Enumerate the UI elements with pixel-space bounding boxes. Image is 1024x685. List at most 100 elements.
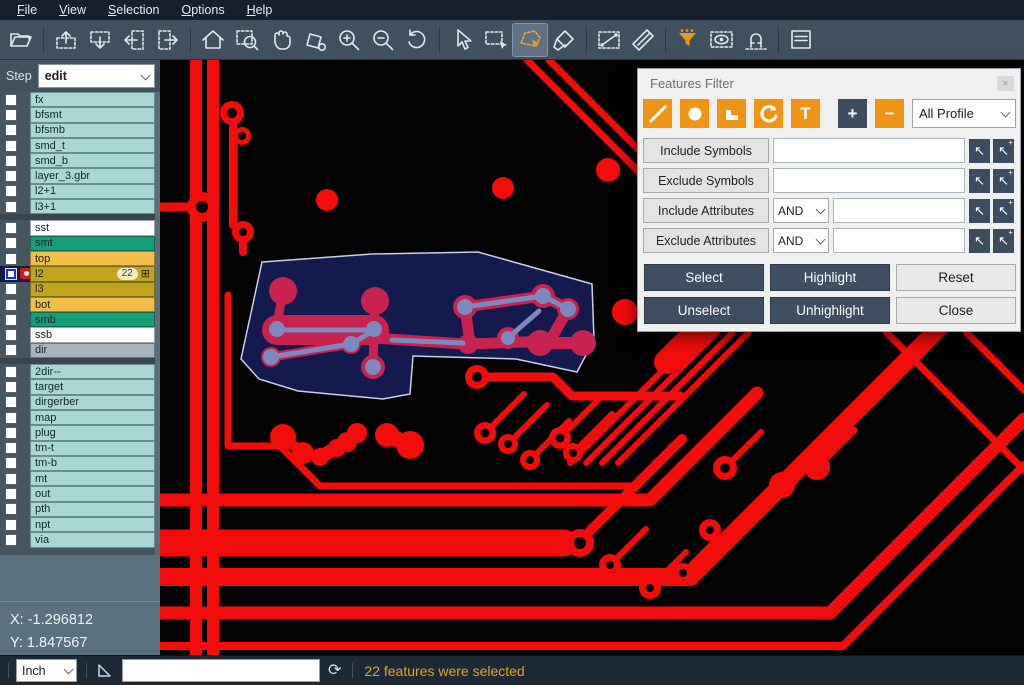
layer-label[interactable]: bfsmt bbox=[30, 107, 155, 122]
layer-row-l2-active[interactable]: l222⊞ bbox=[0, 266, 155, 281]
filter-positive-button[interactable]: + bbox=[838, 99, 867, 128]
layer-checkbox[interactable] bbox=[0, 327, 30, 342]
layer-row-smd_t[interactable]: smd_t bbox=[0, 138, 155, 153]
menu-options[interactable]: Options bbox=[170, 0, 235, 20]
layer-row-smt[interactable]: smt bbox=[0, 236, 155, 251]
layer-checkbox[interactable] bbox=[0, 456, 30, 471]
pan-up-button[interactable] bbox=[49, 24, 83, 56]
pan-hand-button[interactable] bbox=[264, 24, 298, 56]
brush-select-button[interactable] bbox=[547, 24, 581, 56]
unit-select[interactable]: Inch bbox=[16, 659, 77, 682]
zoom-in-button[interactable] bbox=[332, 24, 366, 56]
pick-add-attributes-button[interactable]: ↖+ bbox=[993, 229, 1014, 253]
dialog-close-button[interactable]: × bbox=[997, 76, 1014, 91]
layer-row-sst[interactable]: sst bbox=[0, 220, 155, 235]
zoom-window-button[interactable] bbox=[230, 24, 264, 56]
include-symbols-input[interactable] bbox=[773, 138, 965, 163]
exclude-symbols-input[interactable] bbox=[773, 168, 965, 193]
layer-checkbox[interactable] bbox=[0, 343, 30, 358]
layer-label[interactable]: 2dir-- bbox=[30, 364, 155, 379]
layer-row-l3p1[interactable]: l3+1 bbox=[0, 199, 155, 214]
features-filter-button[interactable] bbox=[671, 24, 705, 56]
layers-panel-button[interactable] bbox=[784, 24, 818, 56]
layer-label[interactable]: out bbox=[30, 486, 155, 501]
layer-label[interactable]: dirgerber bbox=[30, 395, 155, 410]
layer-checkbox[interactable] bbox=[0, 236, 30, 251]
layer-label[interactable]: fx bbox=[30, 92, 155, 107]
layer-label[interactable]: dir bbox=[30, 343, 155, 358]
layer-checkbox[interactable] bbox=[0, 153, 30, 168]
layer-checkbox[interactable] bbox=[0, 379, 30, 394]
filter-arc-button[interactable] bbox=[754, 99, 783, 128]
layer-checkbox[interactable] bbox=[0, 364, 30, 379]
layer-row-map[interactable]: map bbox=[0, 410, 155, 425]
layer-checkbox[interactable] bbox=[0, 138, 30, 153]
layer-label[interactable]: l2+1 bbox=[30, 184, 155, 199]
pick-symbols-button[interactable]: ↖ bbox=[969, 139, 990, 163]
layer-label[interactable]: top bbox=[30, 251, 155, 266]
pick-add-symbols-button[interactable]: ↖+ bbox=[993, 139, 1014, 163]
layer-checkbox[interactable] bbox=[0, 532, 30, 547]
layer-label[interactable]: smt bbox=[30, 236, 155, 251]
zoom-out-button[interactable] bbox=[366, 24, 400, 56]
layer-label[interactable]: smd_b bbox=[30, 153, 155, 168]
ruler-button[interactable] bbox=[626, 24, 660, 56]
measure-line-button[interactable] bbox=[592, 24, 626, 56]
menu-file[interactable]: File bbox=[6, 0, 48, 20]
layer-label[interactable]: tm-b bbox=[30, 456, 155, 471]
layer-checkbox[interactable] bbox=[0, 425, 30, 440]
layer-label[interactable]: smd_t bbox=[30, 138, 155, 153]
layer-checkbox-checked[interactable] bbox=[0, 266, 30, 281]
layer-label[interactable]: bot bbox=[30, 297, 155, 312]
layer-row-smd_b[interactable]: smd_b bbox=[0, 153, 155, 168]
polygon-select-button[interactable] bbox=[513, 24, 547, 56]
layer-row-smb[interactable]: smb bbox=[0, 312, 155, 327]
layer-checkbox[interactable] bbox=[0, 441, 30, 456]
refresh-icon[interactable]: ⟳ bbox=[328, 663, 341, 679]
layer-row-plug[interactable]: plug bbox=[0, 425, 155, 440]
layer-checkbox[interactable] bbox=[0, 486, 30, 501]
layer-label[interactable]: l222⊞ bbox=[30, 266, 155, 281]
layer-row-top[interactable]: top bbox=[0, 251, 155, 266]
layer-label[interactable]: l3+1 bbox=[30, 199, 155, 214]
layer-checkbox[interactable] bbox=[0, 184, 30, 199]
pan-right-button[interactable] bbox=[151, 24, 185, 56]
include-attributes-input[interactable] bbox=[833, 198, 965, 223]
unselect-button[interactable]: Unselect bbox=[644, 297, 764, 324]
select-button[interactable]: Select bbox=[644, 264, 764, 291]
pick-attributes-button[interactable]: ↖ bbox=[969, 199, 990, 223]
snap-button[interactable] bbox=[739, 24, 773, 56]
layer-row-2dir[interactable]: 2dir-- bbox=[0, 364, 155, 379]
view-options-button[interactable] bbox=[705, 24, 739, 56]
unhighlight-button[interactable]: Unhighlight bbox=[770, 297, 890, 324]
layer-label[interactable]: target bbox=[30, 379, 155, 394]
home-view-button[interactable] bbox=[196, 24, 230, 56]
layer-row-mt[interactable]: mt bbox=[0, 471, 155, 486]
layer-label[interactable]: layer_3.gbr bbox=[30, 168, 155, 183]
layer-checkbox[interactable] bbox=[0, 395, 30, 410]
layer-checkbox[interactable] bbox=[0, 282, 30, 297]
layer-row-ssb[interactable]: ssb bbox=[0, 327, 155, 342]
layer-row-layer_3gbr[interactable]: layer_3.gbr bbox=[0, 168, 155, 183]
pick-symbols-button[interactable]: ↖ bbox=[969, 169, 990, 193]
exclude-attributes-operator-select[interactable]: AND bbox=[773, 228, 829, 253]
layer-checkbox[interactable] bbox=[0, 123, 30, 138]
layer-label[interactable]: map bbox=[30, 410, 155, 425]
filter-text-button[interactable]: T bbox=[791, 99, 820, 128]
include-attributes-button[interactable]: Include Attributes bbox=[643, 198, 769, 223]
layer-row-tm-b[interactable]: tm-b bbox=[0, 456, 155, 471]
layer-row-pth[interactable]: pth bbox=[0, 502, 155, 517]
layer-label[interactable]: npt bbox=[30, 517, 155, 532]
pan-left-button[interactable] bbox=[117, 24, 151, 56]
pick-add-attributes-button[interactable]: ↖+ bbox=[993, 199, 1014, 223]
highlight-button[interactable]: Highlight bbox=[770, 264, 890, 291]
filter-line-button[interactable] bbox=[643, 99, 672, 128]
layer-label[interactable]: smb bbox=[30, 312, 155, 327]
pick-attributes-button[interactable]: ↖ bbox=[969, 229, 990, 253]
layer-row-tm-t[interactable]: tm-t bbox=[0, 441, 155, 456]
menu-view[interactable]: View bbox=[48, 0, 97, 20]
layer-row-npt[interactable]: npt bbox=[0, 517, 155, 532]
layer-row-dirgerber[interactable]: dirgerber bbox=[0, 395, 155, 410]
layer-label[interactable]: via bbox=[30, 532, 155, 547]
layer-checkbox[interactable] bbox=[0, 92, 30, 107]
